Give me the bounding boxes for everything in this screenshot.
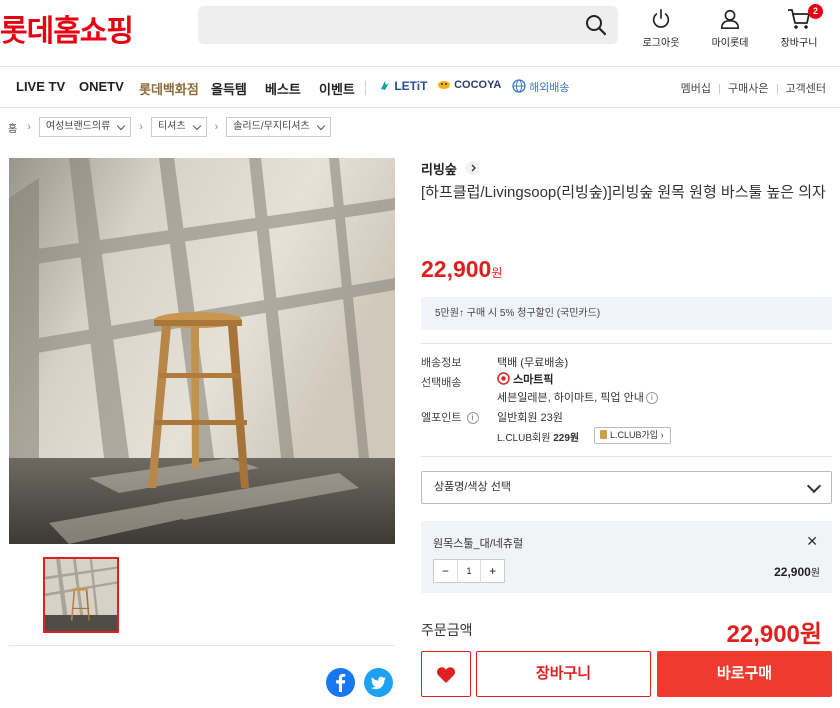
nav-item-live-tv[interactable]: LIVE TV: [16, 79, 65, 94]
header: 롯데홈쇼핑 로그아웃 마이롯데 2 장바구니: [0, 0, 840, 62]
breadcrumb-home[interactable]: 홈: [8, 120, 17, 135]
lpoint-general: 일반회원 23원: [497, 412, 563, 424]
selected-option-box: 원목스툴_대/네츄럴 ✕ − 1 + 22,900원: [421, 521, 832, 593]
product-main-image[interactable]: [9, 158, 395, 544]
chevron-right-icon: ›: [139, 121, 143, 133]
option-line-price: 22,900원: [774, 565, 820, 579]
nav-link-gift[interactable]: 구매사은: [728, 83, 768, 95]
cocoya-logo-icon: [438, 81, 450, 89]
nav-link-membership[interactable]: 멤버십: [681, 83, 711, 95]
nav-divider: [365, 81, 366, 95]
twitter-share-button[interactable]: [364, 668, 393, 697]
card-discount-banner: 5만원↑ 구매 시 5% 청구할인 (국민카드): [421, 297, 832, 330]
cart-count-badge: 2: [808, 4, 823, 19]
target-icon: [497, 372, 510, 385]
site-logo[interactable]: 롯데홈쇼핑: [0, 6, 134, 50]
lpoint-label: 엘포인트 i: [421, 409, 479, 425]
chevron-right-icon[interactable]: [466, 161, 480, 175]
breadcrumb-select-leaf[interactable]: 솔리드/무지티셔츠: [226, 117, 331, 137]
lclub-badge-icon: [600, 430, 607, 439]
chevron-right-icon: ›: [214, 121, 219, 133]
nav-item-letit[interactable]: LETiT: [379, 79, 427, 93]
product-thumbnail[interactable]: [43, 557, 119, 633]
chevron-right-icon: ›: [27, 121, 31, 133]
nav-item-overseas[interactable]: 해외배송: [512, 79, 570, 95]
breadcrumb-select-category[interactable]: 여성브랜드의류: [38, 117, 132, 137]
logout-button[interactable]: 로그아웃: [631, 8, 691, 49]
smartpick-badge: 스마트픽: [497, 371, 554, 387]
nav-link-customer-center[interactable]: 고객센터: [786, 83, 826, 95]
buy-now-button[interactable]: 바로구매: [657, 651, 832, 697]
power-icon: [652, 9, 670, 28]
nav-item-cocoya[interactable]: COCOYA: [437, 79, 501, 91]
order-total-label: 주문금액: [421, 622, 473, 638]
product-price: 22,900원: [421, 256, 502, 283]
order-total-price: 22,900원: [726, 621, 823, 648]
facebook-icon: [336, 673, 346, 692]
nav-item-event[interactable]: 이벤트: [319, 79, 355, 98]
pickup-label: 선택배송: [421, 377, 462, 389]
close-icon[interactable]: ✕: [806, 533, 818, 550]
letit-logo-icon: [381, 81, 389, 90]
nav-item-deal[interactable]: 올득템: [211, 79, 247, 98]
lclub-join-button[interactable]: L.CLUB가입 ›: [594, 427, 671, 444]
price-value: 22,900: [421, 256, 492, 282]
pickup-value: 세븐일레븐, 하이마트, 픽업 안내 i: [497, 389, 658, 405]
lpoint-lclub: L.CLUB회원 229원: [497, 433, 580, 444]
mypage-label: 마이롯데: [711, 38, 749, 49]
option-select[interactable]: 상품명/색상 선택: [421, 471, 832, 504]
nav-item-lotte-department[interactable]: 롯데백화점: [139, 79, 199, 98]
nav-item-onetv[interactable]: ONETV: [79, 79, 124, 94]
breadcrumb: 홈 › 여성브랜드의류 › 티셔츠 › 솔리드/무지티셔츠: [8, 116, 337, 138]
nav-utility-links: 멤버십 구매사은 고객센터: [681, 80, 826, 96]
twitter-icon: [370, 676, 386, 690]
divider: [421, 456, 832, 457]
logout-label: 로그아웃: [642, 38, 680, 49]
price-unit: 원: [491, 266, 503, 280]
add-to-cart-button[interactable]: 장바구니: [476, 651, 651, 697]
cart-label: 장바구니: [780, 38, 818, 49]
minus-button[interactable]: −: [434, 560, 457, 582]
facebook-share-button[interactable]: [326, 668, 355, 697]
divider: [421, 343, 832, 344]
shipping-label: 배송정보: [421, 357, 462, 369]
search-bar[interactable]: [198, 6, 618, 44]
nav-item-best[interactable]: 베스트: [265, 79, 301, 98]
mypage-button[interactable]: 마이롯데: [700, 8, 760, 49]
brand-name-link[interactable]: 리빙숲: [421, 159, 457, 178]
search-icon[interactable]: [584, 13, 608, 37]
shipping-value: 택배 (무료배송): [497, 357, 569, 369]
info-icon[interactable]: i: [466, 412, 479, 425]
quantity-stepper[interactable]: − 1 +: [433, 559, 505, 583]
cart-header-button[interactable]: 2 장바구니: [769, 4, 829, 49]
plus-button[interactable]: +: [481, 560, 504, 582]
user-icon: [720, 9, 740, 29]
globe-icon: [512, 79, 526, 93]
category-nav: LIVE TV ONETV 롯데백화점 올득템 베스트 이벤트 LETiT CO…: [0, 66, 840, 108]
divider: [9, 645, 395, 646]
quantity-value[interactable]: 1: [456, 560, 482, 582]
product-title: [하프클럽/Livingsoop(리빙숲)]리빙숲 원목 원형 바스툴 높은 의…: [421, 184, 826, 201]
breadcrumb-select-subcategory[interactable]: 티셔츠: [150, 117, 207, 137]
info-icon[interactable]: i: [645, 392, 658, 405]
wishlist-button[interactable]: [421, 651, 471, 697]
chevron-down-icon: [806, 478, 822, 494]
heart-icon: [437, 667, 455, 683]
option-select-placeholder: 상품명/색상 선택: [434, 481, 511, 493]
selected-option-name: 원목스툴_대/네츄럴: [433, 538, 524, 550]
